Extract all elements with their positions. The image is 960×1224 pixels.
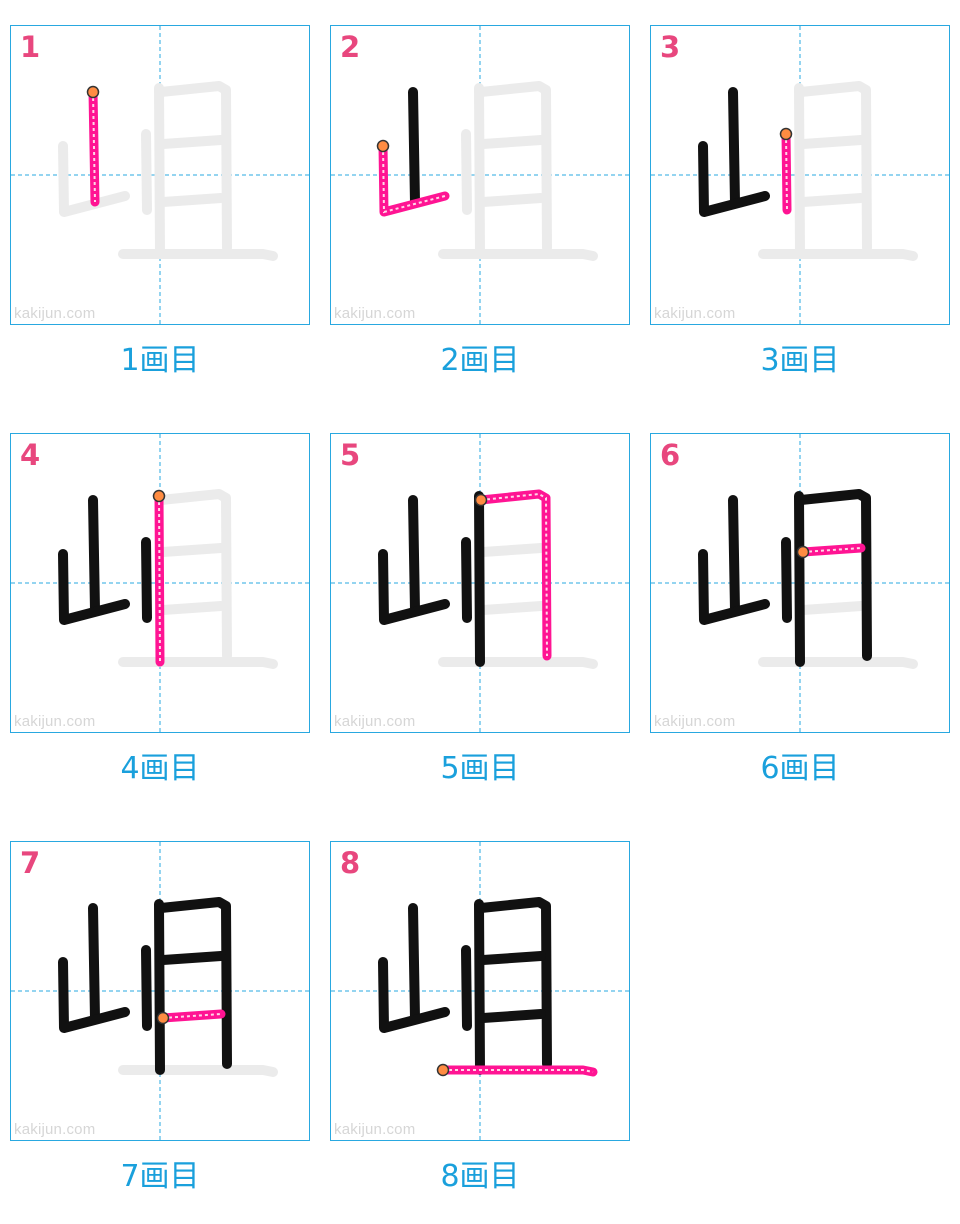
ghost-stroke [798, 135, 866, 149]
ghost-stroke [158, 193, 226, 207]
step-caption: 3画目 [760, 343, 840, 378]
ghost-stroke [158, 601, 226, 615]
stroke-start-point [376, 139, 390, 153]
completed-stroke [474, 899, 485, 1075]
watermark: kakijun.com [334, 305, 416, 322]
ghost-stroke [478, 601, 546, 615]
completed-stroke [408, 495, 420, 615]
watermark: kakijun.com [334, 713, 416, 730]
stroke-start-point [152, 489, 166, 503]
completed-stroke [474, 491, 485, 667]
current-stroke-dots [480, 492, 548, 657]
completed-stroke [141, 537, 152, 623]
step-caption: 1画目 [120, 343, 200, 378]
stroke-start-point [779, 127, 793, 141]
step-caption: 7画目 [120, 1159, 200, 1194]
stroke-start-point [436, 1063, 450, 1077]
completed-stroke [158, 951, 226, 965]
ghost-stroke [478, 543, 546, 557]
ghost-stroke [438, 657, 598, 669]
stroke-diagram [651, 434, 949, 732]
ghost-stroke [118, 249, 278, 261]
ghost-stroke [154, 83, 165, 259]
stroke-box: 4 kakijun.com [10, 433, 310, 733]
stroke-box: 3 kakijun.com [650, 25, 950, 325]
ghost-stroke [478, 193, 546, 207]
step-number: 2 [340, 30, 361, 64]
watermark: kakijun.com [654, 713, 736, 730]
stroke-diagram [11, 26, 309, 324]
completed-stroke [461, 537, 472, 623]
completed-stroke [88, 903, 100, 1023]
stroke-diagram [331, 842, 629, 1140]
stroke-diagram [651, 26, 949, 324]
ghost-stroke [758, 657, 918, 669]
stroke-start-point [156, 1011, 170, 1025]
completed-stroke [476, 897, 552, 1069]
completed-stroke [478, 1009, 546, 1023]
current-stroke [476, 489, 552, 661]
completed-stroke [156, 897, 232, 1069]
completed-stroke [88, 495, 100, 615]
step-caption: 4画目 [120, 751, 200, 786]
stroke-diagram [11, 842, 309, 1140]
completed-stroke [794, 491, 805, 667]
completed-stroke [796, 489, 872, 661]
step-number: 1 [20, 30, 41, 64]
step-caption: 6画目 [760, 751, 840, 786]
stroke-diagram [331, 434, 629, 732]
completed-stroke [461, 945, 472, 1031]
watermark: kakijun.com [654, 305, 736, 322]
step-caption: 5画目 [440, 751, 520, 786]
ghost-stroke [118, 657, 278, 669]
step-number: 5 [340, 438, 361, 472]
step-caption: 2画目 [440, 343, 520, 378]
step-number: 7 [20, 846, 41, 880]
ghost-stroke [141, 129, 152, 215]
stroke-diagram [11, 434, 309, 732]
completed-stroke [408, 87, 420, 207]
completed-stroke [728, 495, 740, 615]
ghost-stroke [156, 489, 232, 661]
completed-stroke [408, 903, 420, 1023]
watermark: kakijun.com [14, 1121, 96, 1138]
step-number: 6 [660, 438, 681, 472]
completed-stroke [781, 537, 792, 623]
ghost-stroke [478, 135, 546, 149]
stroke-box: 7 kakijun.com [10, 841, 310, 1141]
ghost-stroke [794, 83, 805, 259]
ghost-stroke [476, 81, 552, 253]
stroke-box: 1 kakijun.com [10, 25, 310, 325]
ghost-stroke [474, 83, 485, 259]
ghost-stroke [158, 135, 226, 149]
completed-stroke [728, 87, 740, 207]
ghost-stroke [758, 249, 918, 261]
step-number: 3 [660, 30, 681, 64]
stroke-box: 8 kakijun.com [330, 841, 630, 1141]
ghost-stroke [461, 129, 472, 215]
completed-stroke [141, 945, 152, 1031]
stroke-start-point [796, 545, 810, 559]
stroke-diagram [331, 26, 629, 324]
stroke-start-point [474, 493, 488, 507]
ghost-stroke [156, 81, 232, 253]
stroke-box: 2 kakijun.com [330, 25, 630, 325]
ghost-stroke [796, 81, 872, 253]
ghost-stroke [798, 193, 866, 207]
step-number: 4 [20, 438, 41, 472]
step-number: 8 [340, 846, 361, 880]
completed-stroke [154, 899, 165, 1075]
ghost-stroke [798, 601, 866, 615]
watermark: kakijun.com [14, 305, 96, 322]
ghost-stroke [438, 249, 598, 261]
ghost-stroke [158, 543, 226, 557]
stroke-start-point [86, 85, 100, 99]
completed-stroke [478, 951, 546, 965]
watermark: kakijun.com [14, 713, 96, 730]
ghost-stroke [118, 1065, 278, 1077]
stroke-box: 6 kakijun.com [650, 433, 950, 733]
step-caption: 8画目 [440, 1159, 520, 1194]
stroke-box: 5 kakijun.com [330, 433, 630, 733]
watermark: kakijun.com [334, 1121, 416, 1138]
